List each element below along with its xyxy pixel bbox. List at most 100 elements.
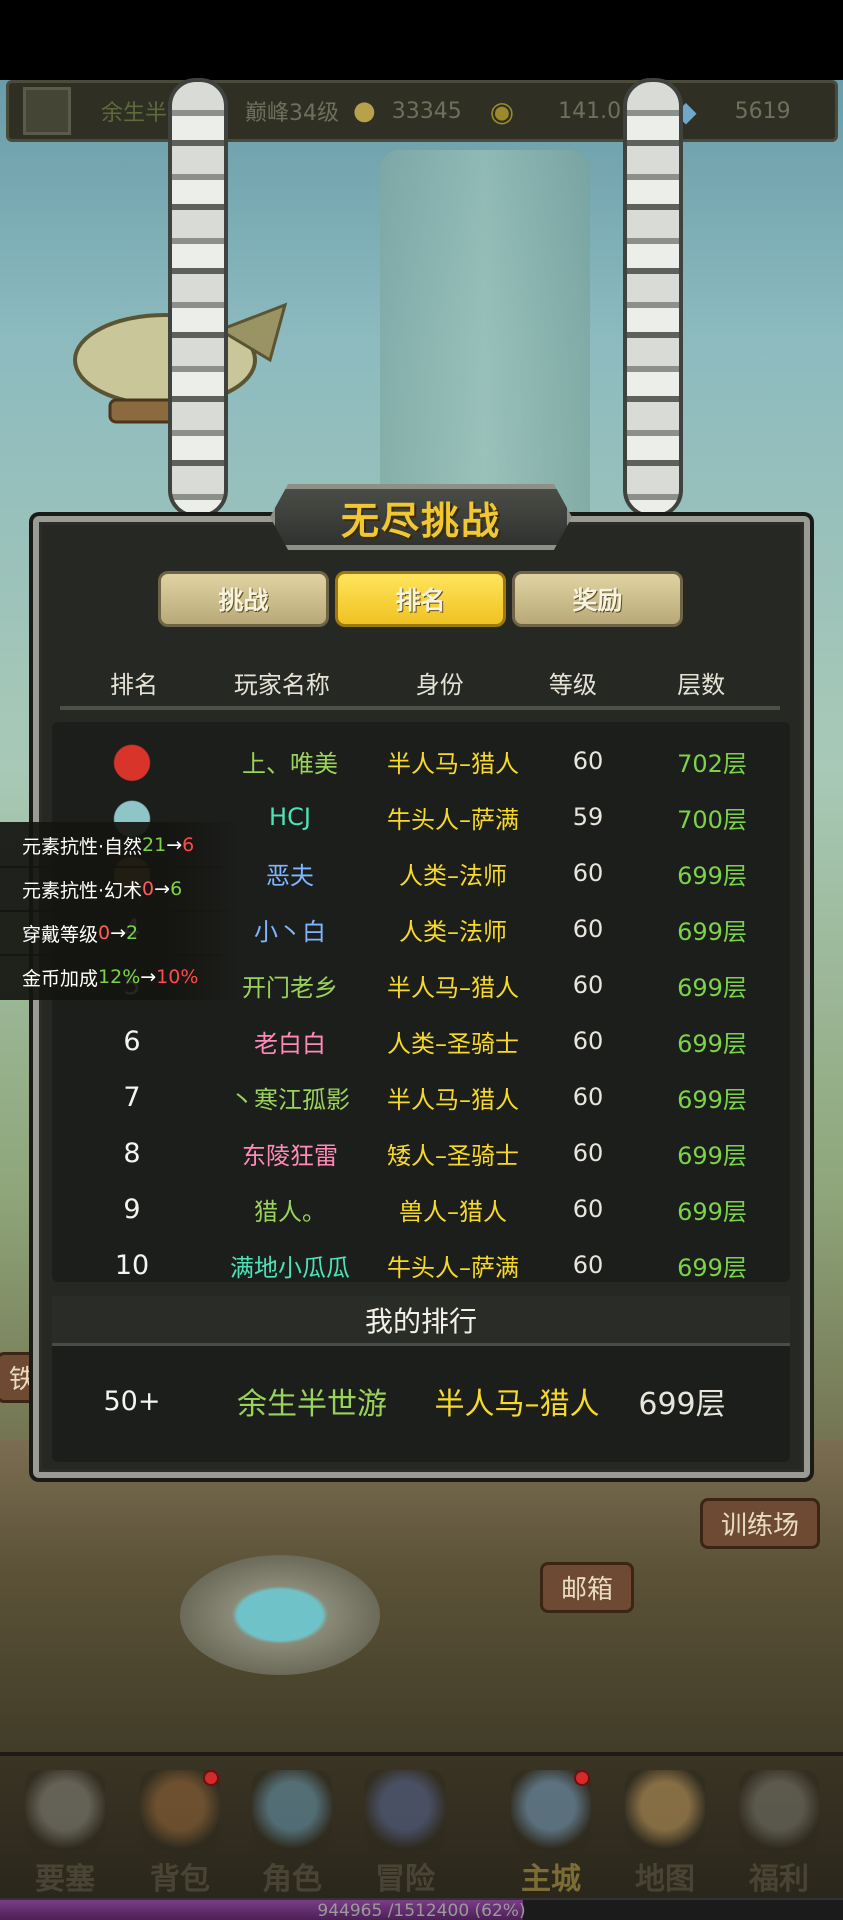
floor-cell: 702层 — [677, 749, 747, 778]
nav-helmet[interactable]: 角色 — [237, 1770, 347, 1897]
header-identity: 身份 — [415, 671, 464, 699]
floor-cell: 699层 — [677, 1197, 747, 1226]
rank-number: 8 — [123, 1137, 141, 1169]
level-cell: 60 — [572, 747, 604, 775]
helmet-icon — [252, 1770, 332, 1850]
gold-icon: ◉ — [489, 94, 515, 128]
level-cell: 60 — [572, 1251, 604, 1279]
fountain-illustration — [180, 1555, 380, 1675]
player-name-cell: 上、唯美 — [242, 749, 338, 778]
tab-challenge[interactable]: 挑战 — [158, 571, 329, 627]
experience-bar: 944965 /1512400 (62%) — [0, 1898, 843, 1920]
header-rank: 排名 — [109, 671, 158, 699]
attr-from-value: 12% — [98, 966, 141, 988]
attr-to-value: 10% — [156, 966, 199, 988]
attribute-change-item: 元素抗性·幻术 0 → 6 — [0, 866, 240, 912]
header-player-name: 玩家名称 — [233, 671, 330, 699]
header-floor: 层数 — [677, 671, 726, 699]
player-name-cell: 东陵狂雷 — [242, 1141, 338, 1170]
nav-castle[interactable]: 主城 — [496, 1770, 606, 1897]
floor-cell: 699层 — [677, 973, 747, 1002]
nav-label: 角色 — [262, 1862, 322, 1897]
identity-cell: 牛头人–萨满 — [387, 1253, 519, 1282]
town-ground — [0, 1440, 843, 1770]
nav-fortress[interactable]: 要塞 — [10, 1770, 120, 1897]
player-name-cell: 满地小瓜瓜 — [230, 1253, 350, 1282]
my-ranking-title: 我的排行 — [52, 1296, 790, 1346]
nav-gift[interactable]: 福利 — [724, 1770, 834, 1897]
power-value: 33345 — [391, 98, 462, 124]
system-top-bar — [0, 0, 843, 80]
attr-arrow: → — [110, 922, 127, 944]
player-status-bar: 余生半 巅峰34级 ● 33345 ◉ 141.0 ◆ 5619 — [6, 80, 838, 142]
right-chain — [623, 78, 683, 518]
gold-value: 141.0 — [558, 98, 622, 124]
player-avatar[interactable] — [23, 87, 71, 135]
floor-cell: 699层 — [677, 1253, 747, 1282]
attr-to-value: 6 — [182, 834, 195, 856]
attr-label: 元素抗性·自然 — [22, 835, 143, 858]
nav-scroll-map[interactable]: 地图 — [610, 1770, 720, 1897]
ranking-list[interactable]: 上、唯美 半人马–猎人 60 702层 HCJ 牛头人–萨满 59 700层 恶夫 人类–法师 60… — [52, 722, 790, 1282]
floor-cell: 699层 — [677, 1085, 747, 1114]
nav-backpack[interactable]: 背包 — [125, 1770, 235, 1897]
panel-title: 无尽挑战 — [340, 498, 501, 543]
tab-rewards[interactable]: 奖励 — [512, 571, 683, 627]
rank-number: 10 — [114, 1249, 150, 1281]
notification-badge — [574, 1770, 590, 1786]
attr-arrow: → — [154, 878, 171, 900]
left-chain — [168, 78, 228, 518]
mailbox-sign[interactable]: 邮箱 — [540, 1562, 635, 1613]
level-cell: 60 — [572, 915, 604, 943]
fortress-icon — [25, 1770, 105, 1850]
identity-cell: 人类–法师 — [399, 917, 507, 946]
ranking-row[interactable]: 9 猎人。 兽人–猎人 60 699层 — [52, 1181, 790, 1237]
stone-tower — [380, 150, 590, 530]
player-name-cell: 丶寒江孤影 — [230, 1085, 350, 1114]
ranking-row[interactable]: 8 东陵狂雷 矮人–圣骑士 60 699层 — [52, 1125, 790, 1181]
attribute-change-item: 元素抗性·自然 21 → 6 — [0, 822, 240, 868]
player-name-cell: 老白白 — [254, 1029, 326, 1058]
training-ground-sign[interactable]: 训练场 — [700, 1498, 821, 1549]
attr-arrow: → — [166, 834, 183, 856]
nav-label: 要塞 — [35, 1862, 95, 1897]
attr-label: 金币加成 — [22, 967, 99, 990]
player-level: 巅峰34级 — [245, 101, 340, 126]
attribute-change-item: 穿戴等级 0 → 2 — [0, 910, 240, 956]
nav-label: 冒险 — [375, 1862, 435, 1897]
identity-cell: 半人马–猎人 — [387, 1085, 519, 1114]
floor-cell: 699层 — [677, 1029, 747, 1058]
ranking-row[interactable]: 上、唯美 半人马–猎人 60 702层 — [52, 733, 790, 789]
level-cell: 60 — [572, 859, 604, 887]
floor-cell: 699层 — [677, 917, 747, 946]
rank-number: 7 — [123, 1081, 141, 1113]
identity-cell: 人类–圣骑士 — [387, 1029, 519, 1058]
header-divider — [60, 706, 780, 710]
panel-tabs: 挑战 排名 奖励 — [158, 571, 684, 627]
my-player-name: 余生半世游 — [237, 1387, 387, 1422]
my-identity: 半人马–猎人 — [434, 1387, 600, 1422]
identity-cell: 矮人–圣骑士 — [387, 1141, 519, 1170]
crown-icon — [106, 733, 158, 782]
header-level: 等级 — [548, 671, 597, 699]
crown-icon — [52, 733, 212, 789]
my-floor: 699层 — [638, 1387, 726, 1422]
nav-portal[interactable]: 冒险 — [350, 1770, 460, 1897]
attr-to-value: 2 — [126, 922, 139, 944]
ranking-row[interactable]: 6 老白白 人类–圣骑士 60 699层 — [52, 1013, 790, 1069]
notification-badge — [203, 1770, 219, 1786]
scroll-map-icon — [625, 1770, 705, 1850]
attr-from-value: 0 — [142, 878, 155, 900]
floor-cell: 700层 — [677, 805, 747, 834]
identity-cell: 半人马–猎人 — [387, 749, 519, 778]
power-icon: ● — [353, 96, 376, 126]
player-name-cell: 猎人。 — [254, 1197, 326, 1226]
nav-label: 地图 — [635, 1862, 695, 1897]
rank-number: 6 — [123, 1025, 141, 1057]
gift-icon — [739, 1770, 819, 1850]
ranking-row[interactable]: 10 满地小瓜瓜 牛头人–萨满 60 699层 — [52, 1237, 790, 1282]
diamond-value: 5619 — [734, 98, 791, 124]
ranking-row[interactable]: 7 丶寒江孤影 半人马–猎人 60 699层 — [52, 1069, 790, 1125]
nav-label: 背包 — [150, 1862, 210, 1897]
tab-ranking[interactable]: 排名 — [335, 571, 506, 627]
